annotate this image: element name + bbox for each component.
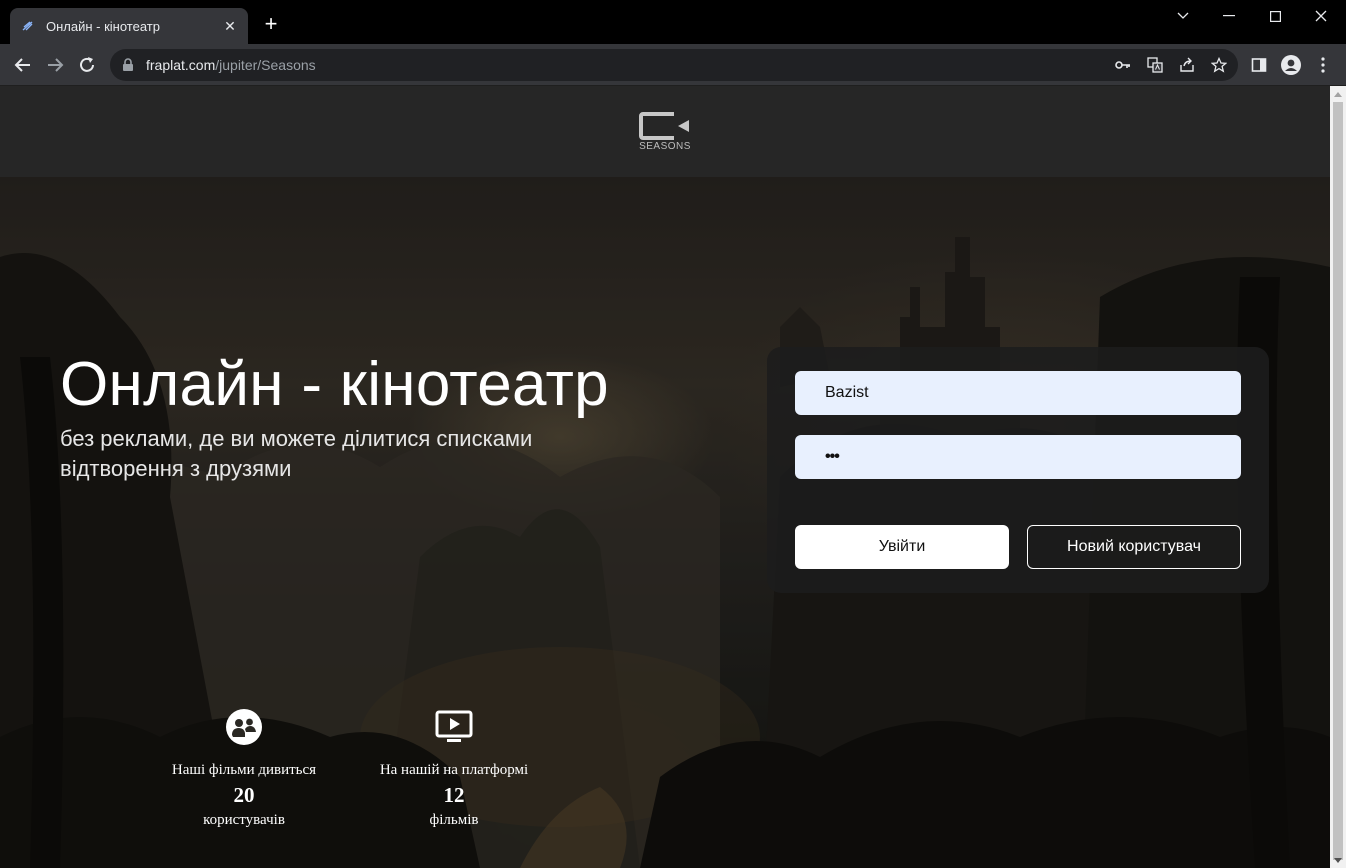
url-host: fraplat.com — [146, 57, 216, 73]
key-icon[interactable] — [1114, 56, 1132, 74]
close-window-button[interactable] — [1298, 0, 1344, 32]
translate-icon[interactable] — [1146, 56, 1164, 74]
site-logo[interactable]: SEASONS — [639, 111, 691, 152]
username-field[interactable]: Bazist — [795, 371, 1241, 415]
scrollbar-thumb[interactable] — [1333, 102, 1343, 860]
page-scrollbar[interactable] — [1330, 86, 1346, 868]
lock-icon[interactable] — [122, 58, 136, 72]
address-bar[interactable]: fraplat.com/jupiter/Seasons — [110, 49, 1238, 81]
browser-titlebar: Онлайн - кінотеатр ✕ + — [0, 0, 1346, 44]
stat-users-line1: Наші фільми дивиться — [171, 762, 317, 778]
minimize-button[interactable] — [1206, 0, 1252, 32]
profile-avatar-icon[interactable] — [1278, 52, 1304, 78]
stat-films-line2: фільмів — [429, 812, 479, 828]
tab-title: Онлайн - кінотеатр — [46, 18, 160, 34]
hero-subline: без реклами, де ви можете ділитися списк… — [60, 426, 533, 481]
browser-toolbar: fraplat.com/jupiter/Seasons — [0, 44, 1346, 86]
stat-films-number: 12 — [443, 783, 465, 807]
login-panel: Bazist ••• Увійти Новий користувач — [767, 347, 1269, 593]
tab-close-icon[interactable]: ✕ — [222, 18, 238, 34]
stat-films: На нашій на платформі 12 фільмів — [354, 707, 554, 829]
new-tab-button[interactable]: + — [260, 13, 282, 36]
tab-favicon-icon — [20, 18, 36, 34]
forward-button[interactable] — [42, 52, 68, 78]
stat-users-number: 20 — [233, 783, 255, 807]
back-button[interactable] — [10, 52, 36, 78]
password-field[interactable]: ••• — [795, 435, 1241, 479]
url-path: /jupiter/Seasons — [215, 57, 316, 73]
hero-section: Онлайн - кінотеатр без реклами, де ви мо… — [0, 177, 1330, 868]
maximize-button[interactable] — [1252, 0, 1298, 32]
play-screen-icon — [435, 710, 473, 742]
url-text[interactable]: fraplat.com/jupiter/Seasons — [146, 57, 316, 73]
site-header: SEASONS — [0, 86, 1330, 177]
camera-logo-icon — [639, 111, 689, 140]
hero-headline: Онлайн - кінотеатр — [60, 350, 609, 419]
share-icon[interactable] — [1178, 56, 1196, 74]
stat-films-line1: На нашій на платформі — [379, 762, 529, 778]
users-icon — [226, 709, 262, 745]
stat-users-line2: користувачів — [203, 812, 285, 828]
reload-button[interactable] — [74, 52, 100, 78]
menu-kebab-icon[interactable] — [1310, 52, 1336, 78]
scroll-up-arrow-icon[interactable] — [1330, 86, 1346, 102]
bookmark-star-icon[interactable] — [1210, 56, 1228, 74]
scroll-down-arrow-icon[interactable] — [1330, 852, 1346, 868]
tab-search-icon[interactable] — [1160, 0, 1206, 32]
login-button[interactable]: Увійти — [795, 525, 1009, 569]
stat-users: Наші фільми дивиться 20 користувачів — [144, 707, 344, 829]
page-viewport: SEASONS Онлайн - кінотеатр без реклами, … — [0, 86, 1330, 868]
side-panel-icon[interactable] — [1246, 52, 1272, 78]
logo-text: SEASONS — [639, 140, 691, 152]
new-user-button[interactable]: Новий користувач — [1027, 525, 1241, 569]
browser-tab[interactable]: Онлайн - кінотеатр ✕ — [10, 8, 248, 44]
